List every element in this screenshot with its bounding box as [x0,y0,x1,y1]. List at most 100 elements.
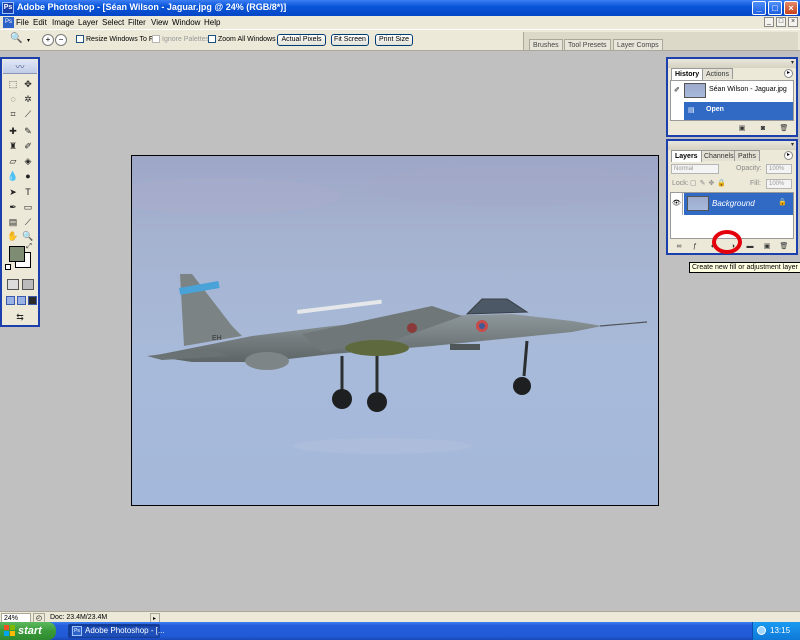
delete-state-icon[interactable]: 🗑 [779,124,789,133]
maximize-button[interactable]: □ [768,1,782,15]
system-tray: 13:15 [752,622,800,640]
blend-mode-select[interactable]: Normal [671,164,719,174]
quick-mask-mode-icon[interactable] [22,279,34,290]
resize-windows-checkbox[interactable]: Resize Windows To Fit [76,35,157,43]
checkbox-label: Zoom All Windows [218,35,276,43]
checkbox-box [76,35,84,43]
new-document-from-state-icon[interactable]: ▣ [737,124,747,133]
blur-tool-icon[interactable]: 💧 [6,170,20,183]
taskbar-item-photoshop[interactable]: Ps Adobe Photoshop - [... [68,624,165,638]
layer-style-icon[interactable]: ƒ [690,242,700,251]
start-button[interactable]: start [0,622,56,640]
pen-tool-icon[interactable]: ✒ [6,201,20,214]
lock-label: Lock: [672,180,689,187]
document-canvas[interactable]: EH [131,155,659,506]
tray-network-icon[interactable] [757,626,766,635]
menu-help[interactable]: Help [204,17,220,28]
task-label: Adobe Photoshop - [... [85,626,165,635]
menu-view[interactable]: View [151,17,168,28]
new-snapshot-icon[interactable]: ◙ [758,124,768,133]
actual-pixels-button[interactable]: Actual Pixels [277,34,326,46]
layer-thumbnail [687,196,709,211]
notes-tool-icon[interactable]: ▤ [6,216,20,229]
menu-select[interactable]: Select [102,17,124,28]
minimize-button[interactable]: _ [752,1,766,15]
tab-layer-comps[interactable]: Layer Comps [613,39,663,50]
panel-header[interactable]: ▾ [668,141,796,150]
menu-image[interactable]: Image [52,17,74,28]
tab-channels[interactable]: Channels [700,150,738,161]
document-icon[interactable]: Ps [3,17,14,28]
tool-preset-dropdown-icon[interactable]: ▾ [27,37,30,44]
tab-brushes[interactable]: Brushes [529,39,563,50]
menu-edit[interactable]: Edit [33,17,47,28]
menu-window[interactable]: Window [172,17,200,28]
doc-minimize-button[interactable]: _ [764,17,774,27]
tab-layers[interactable]: Layers [671,150,702,162]
photoshop-feather-icon[interactable]: 〰 [3,60,37,74]
swap-colors-icon[interactable]: ⤢ [24,242,34,252]
close-button[interactable]: × [784,1,798,15]
move-tool-icon[interactable]: ✥ [21,78,35,91]
delete-layer-icon[interactable]: 🗑 [779,242,789,251]
doc-restore-button[interactable]: □ [776,17,786,27]
slice-tool-icon[interactable]: ⟋ [21,108,35,121]
panel-menu-icon[interactable]: ▸ [784,69,793,78]
full-screen-mode-icon[interactable] [28,296,37,305]
menu-file[interactable]: File [16,17,29,28]
collapse-icon[interactable]: ▾ [791,142,794,149]
highlight-annotation-circle [712,230,742,254]
visibility-eye-icon[interactable]: 👁 [671,193,683,215]
jump-to-imageready-icon[interactable]: ⇆ [8,311,32,324]
foreground-color-swatch[interactable] [9,246,25,262]
paint-bucket-tool-icon[interactable]: ◈ [21,155,35,168]
hand-tool-icon[interactable]: ✋ [6,230,20,243]
collapse-icon[interactable]: ▾ [791,60,794,67]
zoom-tool-icon[interactable]: 🔍 [10,33,22,44]
new-layer-icon[interactable]: ▣ [762,242,772,251]
default-colors-icon[interactable] [5,264,11,270]
history-brush-tool-icon[interactable]: ✐ [21,140,35,153]
zoom-out-icon[interactable]: − [55,34,67,46]
print-size-button[interactable]: Print Size [375,34,413,46]
dodge-tool-icon[interactable]: ● [21,170,35,183]
tab-paths[interactable]: Paths [734,150,760,161]
tab-tool-presets[interactable]: Tool Presets [564,39,611,50]
eyedropper-tool-icon[interactable]: ⟋ [21,216,35,229]
shape-tool-icon[interactable]: ▭ [21,201,35,214]
lasso-tool-icon[interactable]: ◌ [6,93,20,106]
menu-layer[interactable]: Layer [78,17,98,28]
crop-tool-icon[interactable]: ⌗ [6,108,20,121]
fit-screen-button[interactable]: Fit Screen [331,34,369,46]
layer-lock-icon: 🔒 [778,199,787,206]
layer-background[interactable]: Background 🔒 [684,193,793,215]
magic-wand-tool-icon[interactable]: ✲ [21,93,35,106]
ignore-palettes-checkbox[interactable]: Ignore Palettes [152,35,209,43]
opacity-input[interactable]: 100% [766,164,792,174]
path-selection-tool-icon[interactable]: ➤ [6,186,20,199]
history-snapshot[interactable]: ✐ Séan Wilson - Jaguar.jpg [671,82,793,100]
history-brush-source-icon[interactable]: ✐ [674,86,680,94]
doc-close-button[interactable]: × [788,17,798,27]
new-group-icon[interactable]: ▬ [745,242,755,251]
lock-icons[interactable]: ▢✎✥🔒 [690,179,729,187]
standard-screen-mode-icon[interactable] [6,296,15,305]
marquee-tool-icon[interactable]: ⬚ [6,78,20,91]
panel-menu-icon[interactable]: ▸ [784,151,793,160]
clone-stamp-tool-icon[interactable]: ♜ [6,140,20,153]
tab-actions[interactable]: Actions [702,68,733,79]
healing-brush-tool-icon[interactable]: ✚ [6,125,20,138]
tab-history[interactable]: History [671,68,704,80]
brush-tool-icon[interactable]: ✎ [21,125,35,138]
link-layers-icon[interactable]: ∞ [674,242,684,251]
eraser-tool-icon[interactable]: ▱ [6,155,20,168]
fill-input[interactable]: 100% [766,179,792,189]
full-screen-menu-mode-icon[interactable] [17,296,26,305]
standard-mode-icon[interactable] [7,279,19,290]
zoom-in-icon[interactable]: + [42,34,54,46]
menu-filter[interactable]: Filter [128,17,146,28]
type-tool-icon[interactable]: T [21,186,35,199]
history-state-open[interactable]: ▤ Open [684,102,793,120]
panel-header[interactable]: ▾ [668,59,796,68]
zoom-all-windows-checkbox[interactable]: Zoom All Windows [208,35,276,43]
